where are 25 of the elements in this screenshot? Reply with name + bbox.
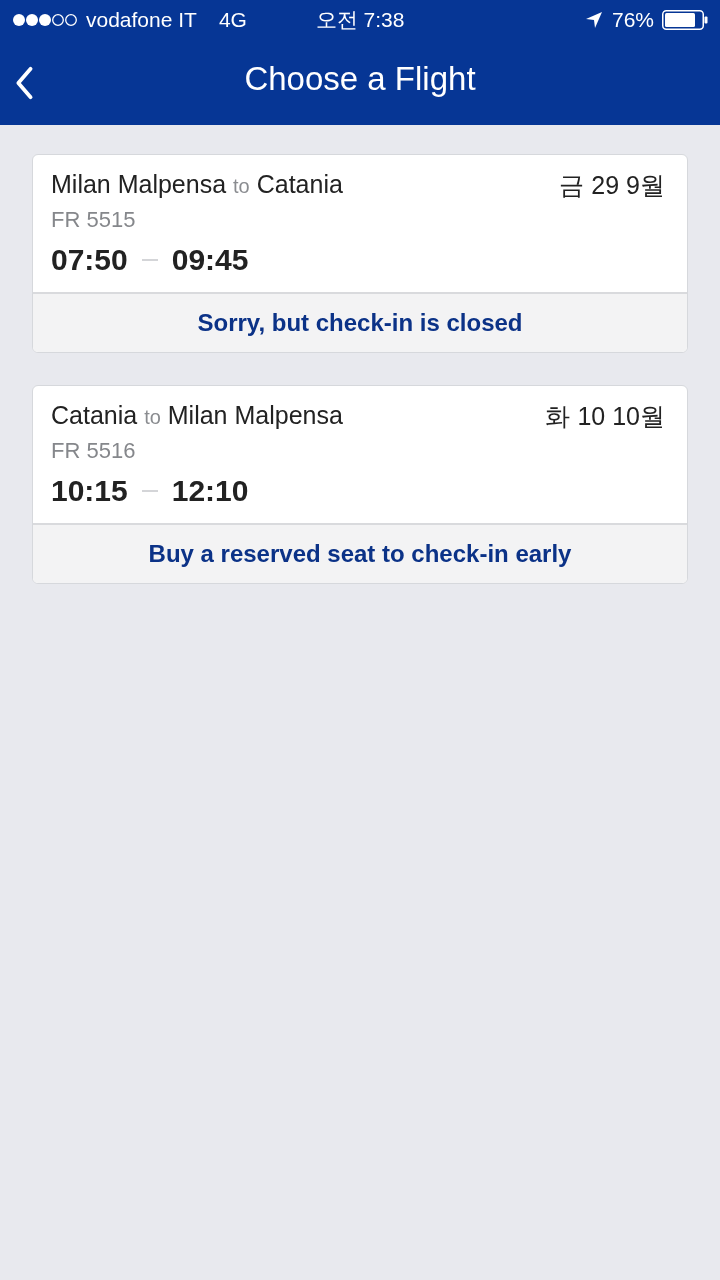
arrival-time: 12:10 (171, 473, 249, 509)
flight-number: FR 5516 (51, 437, 136, 465)
check-in-button[interactable]: Sorry, but check-in is closed (33, 292, 687, 352)
departure-time: 07:50 (51, 242, 128, 278)
flight-route: Catania to Milan Malpensa (51, 400, 343, 431)
dash-icon (141, 490, 158, 492)
battery-icon (662, 10, 708, 30)
back-chevron-icon (14, 66, 34, 100)
flight-number: FR 5515 (51, 206, 136, 234)
network-type: 4G (218, 7, 247, 33)
dash-icon (141, 259, 158, 261)
location-arrow-icon (585, 12, 602, 28)
carrier-name: vodafone IT (86, 7, 197, 33)
flight-card[interactable]: Catania to Milan Malpensa 화 10 10월 FR 5516 10:15 12:10 Buy a reserved seat to check-in early (32, 385, 688, 584)
flight-route: Milan Malpensa to Catania (51, 169, 343, 200)
status-time: 오전 7:38 (315, 7, 405, 33)
flight-card[interactable]: Milan Malpensa to Catania 금 29 9월 FR 5515 07:50 09:45 Sorry, but check-in is closed (32, 154, 688, 353)
battery-percent: 76% (611, 7, 654, 33)
arrival-time: 09:45 (171, 242, 249, 278)
flight-date: 금 29 9월 (559, 170, 665, 200)
signal-icon (12, 13, 78, 27)
check-in-button[interactable]: Buy a reserved seat to check-in early (33, 523, 687, 583)
flight-date: 화 10 10월 (545, 401, 665, 431)
departure-time: 10:15 (51, 473, 128, 509)
page-title: Choose a Flight (244, 59, 476, 99)
